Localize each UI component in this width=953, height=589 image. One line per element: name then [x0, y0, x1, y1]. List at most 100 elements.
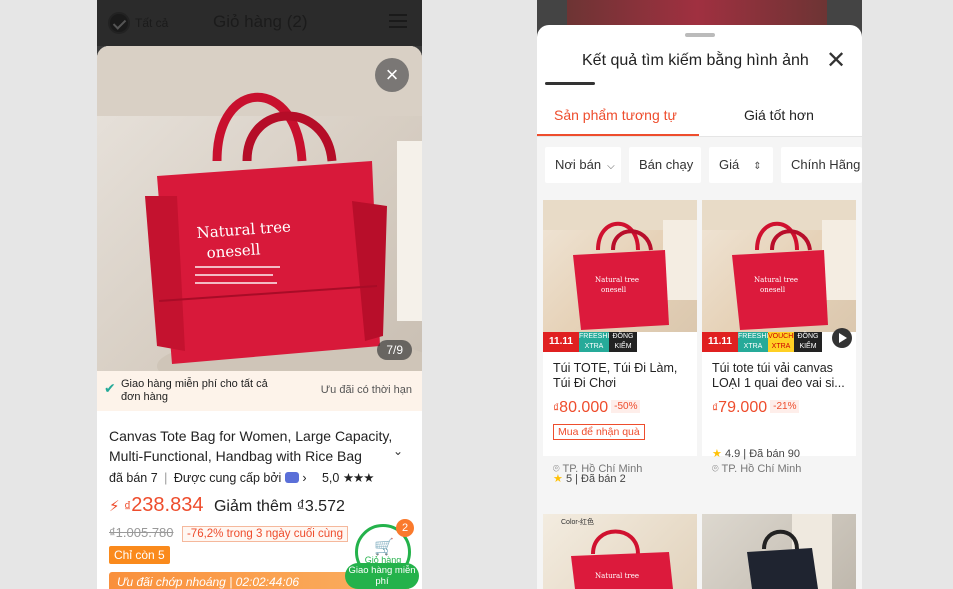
tote-bag-image: Natural tree onesell: [543, 200, 697, 330]
tab-similar-products[interactable]: Sản phẩm tương tự: [554, 107, 677, 123]
location-pin-icon: ⌾: [712, 463, 719, 475]
free-ship-pill: Giao hàng miễn phí: [345, 563, 419, 589]
result-card[interactable]: [702, 514, 856, 589]
result-thumbnail: Natural tree onesell 11.11 FREESHIP XTRA…: [702, 200, 856, 352]
promo-badges: 11.11 FREESHIP XTRA ĐỒNG KIỂM: [543, 332, 697, 352]
official-badge: ĐỒNG KIỂM: [609, 332, 637, 352]
old-price-row: ₫1.005.780 -76,2% trong 3 ngày cuối cùng: [109, 524, 348, 542]
results-grid: Natural tree onesell 11.11 FREESHIP XTRA…: [537, 190, 862, 589]
tab-better-price[interactable]: Giá tốt hơn: [744, 107, 814, 123]
sale-badge: 11.11: [702, 332, 738, 352]
stock-badge: Chỉ còn 5: [109, 546, 170, 564]
product-meta: đã bán 7 | Được cung cấp bởi › 5,0 ★★★: [109, 470, 375, 485]
thumbnail-strip[interactable]: [545, 82, 595, 85]
result-price: ₫80.000 -50%: [553, 399, 641, 417]
free-ship-banner: ✔ Giao hàng miễn phí cho tất cả đơn hàng…: [97, 371, 422, 411]
result-thumbnail: Natural tree onesell 11.11 FREESHIP XTRA…: [543, 200, 697, 352]
cart-header: Tất cả Giỏ hàng (2): [97, 0, 422, 46]
chevron-down-icon: ⌵: [607, 161, 615, 172]
bag-text-line-2: onesell: [601, 286, 627, 294]
bag-text-line-1: Natural tree: [595, 276, 639, 284]
result-card[interactable]: Natural tree Color-红色: [543, 514, 697, 589]
select-all-checkbox[interactable]: [108, 12, 130, 34]
tote-bag-image: Natural tree onesell: [702, 200, 856, 330]
result-name: Túi tote túi vải canvas LOẠI 1 quai đeo …: [712, 361, 845, 390]
bag-text-line-1: Natural tree: [595, 572, 639, 580]
freeship-badge: FREESHIP XTRA: [738, 332, 774, 352]
sold: Đã bán 90: [749, 448, 800, 460]
image-search-screen: Kết quả tìm kiếm bằng hình ảnh ✕ Sản phẩ…: [537, 0, 862, 589]
black-tote-image: [747, 514, 832, 589]
limited-offer-text: Ưu đãi có thời hạn: [320, 384, 412, 396]
photo-counter: 7/9: [377, 340, 412, 360]
sheet-title: Kết quả tìm kiếm bằng hình ảnh: [582, 52, 809, 69]
freeship-badge: FREESHIP XTRA: [579, 332, 615, 352]
select-all-label: Tất cả: [135, 16, 169, 30]
filter-seller-location[interactable]: Nơi bán ⌵: [545, 147, 621, 183]
bag-text-line-1: Natural tree: [754, 276, 798, 284]
result-card[interactable]: Natural tree onesell 11.11 FREESHIP XTRA…: [543, 200, 697, 456]
bag-text-line-2: onesell: [760, 286, 786, 294]
product-preview-card: Natural tree onesell × 7/9 ✔ Giao hàng m…: [97, 46, 422, 589]
close-icon[interactable]: ✕: [826, 49, 846, 73]
discount-badge: -50%: [611, 400, 641, 413]
result-tabs: Sản phẩm tương tự Giá tốt hơn: [537, 93, 862, 137]
price-row: ⚡ ₫238.834 Giảm thêm ₫3.572: [109, 494, 345, 517]
filter-label: Bán chạy: [639, 157, 694, 172]
result-stats: ★ 4.9 | Đã bán 90: [712, 448, 800, 460]
color-label: Color-红色: [561, 519, 595, 526]
discount-badge: -21%: [770, 400, 800, 413]
provided-by: Được cung cấp bởi: [173, 471, 282, 485]
cart-count-badge: 2: [396, 519, 414, 537]
chevron-right-icon[interactable]: ›: [302, 471, 306, 485]
chevron-down-icon[interactable]: ⌄: [393, 444, 403, 458]
close-photo-button[interactable]: ×: [375, 58, 409, 92]
discount-note: -76,2% trong 3 ngày cuối cùng: [181, 526, 348, 542]
star-icon: ★: [712, 448, 722, 460]
filter-label: Giá: [719, 157, 740, 172]
rating-stars-icon: ★★★: [342, 471, 375, 485]
voucher-badge: VOUCHER XTRA: [768, 332, 804, 352]
filter-official[interactable]: Chính Hãng: [781, 147, 862, 183]
provider-badge-icon: [284, 472, 299, 483]
filter-bar: Nơi bán ⌵ Bán chạy Giá ⇕ Chính Hãng: [537, 137, 862, 190]
flash-icon: ⚡: [109, 498, 120, 515]
tote-bag-image: Natural tree onesell: [97, 46, 422, 371]
active-tab-indicator: [537, 134, 699, 136]
filter-price[interactable]: Giá ⇕: [709, 147, 773, 183]
play-icon[interactable]: [832, 328, 852, 348]
result-name: Túi TOTE, Túi Đi Làm, Túi Đi Chơi: [553, 361, 678, 390]
location: TP. Hồ Chí Minh: [562, 463, 643, 475]
location-pin-icon: ⌾: [553, 463, 560, 475]
product-title: Canvas Tote Bag for Women, Large Capacit…: [109, 428, 393, 464]
location: TP. Hồ Chí Minh: [721, 463, 802, 475]
check-icon: ✔: [104, 380, 116, 396]
image-search-sheet: Kết quả tìm kiếm bằng hình ảnh ✕ Sản phẩ…: [537, 25, 862, 589]
product-photo[interactable]: Natural tree onesell × 7/9: [97, 46, 422, 371]
result-price: ₫79.000 -21%: [712, 399, 800, 417]
old-price: ₫1.005.780: [109, 525, 174, 540]
result-card[interactable]: Natural tree onesell 11.11 FREESHIP XTRA…: [702, 200, 856, 456]
price-value: 80.000: [559, 399, 609, 416]
cart-title: Giỏ hàng (2): [213, 12, 308, 31]
current-price: 238.834: [131, 494, 204, 516]
backdrop-image: [567, 0, 827, 28]
sold-count: đã bán 7: [109, 471, 158, 485]
divider: |: [164, 471, 168, 485]
extra-discount: Giảm thêm ₫3.572: [213, 498, 345, 515]
filter-label: Nơi bán: [555, 157, 602, 172]
cart-icon: 🛒: [374, 539, 394, 556]
sheet-grabber[interactable]: [685, 33, 715, 37]
result-location: ⌾ TP. Hồ Chí Minh: [712, 463, 801, 476]
result-location: ⌾ TP. Hồ Chí Minh: [553, 463, 642, 476]
official-badge: ĐỒNG KIỂM: [794, 332, 822, 352]
menu-icon[interactable]: [389, 14, 407, 30]
sale-badge: 11.11: [543, 332, 579, 352]
gift-tag: Mua để nhận quà: [553, 424, 645, 440]
sort-icon: ⇕: [753, 161, 762, 172]
rating: 4.9: [724, 448, 741, 460]
cart-screen: Tất cả Giỏ hàng (2) Natural tree onesell: [97, 0, 422, 589]
filter-best-selling[interactable]: Bán chạy: [629, 147, 701, 183]
free-ship-text: Giao hàng miễn phí cho tất cả đơn hàng: [121, 378, 268, 403]
close-icon: ×: [385, 62, 399, 87]
